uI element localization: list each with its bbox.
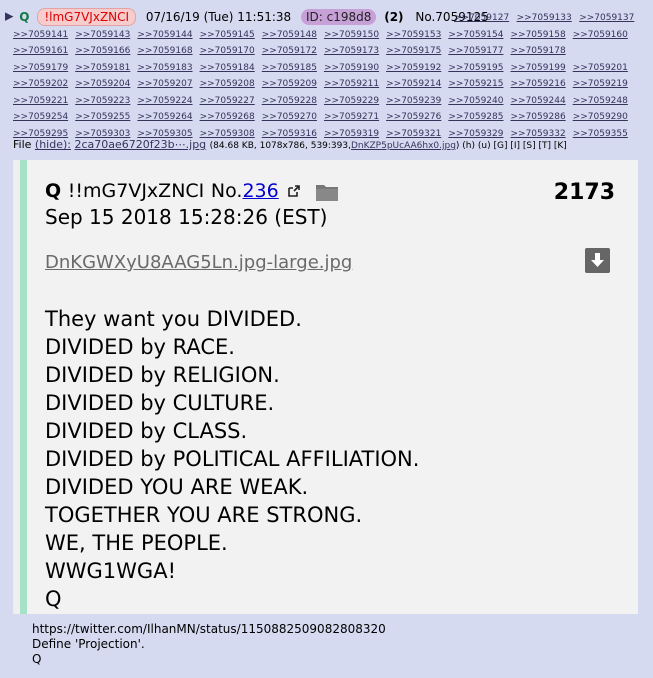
backlink[interactable]: >>7059158 <box>511 27 573 44</box>
backlink[interactable]: >>7059148 <box>262 27 324 44</box>
backlink[interactable]: >>7059355 <box>573 126 635 143</box>
backlink[interactable]: >>7059211 <box>324 76 386 93</box>
post-image[interactable]: Q !!mG7VJxZNCI No.236 2173 Sep 15 2018 1… <box>13 160 638 614</box>
backlink[interactable]: >>7059178 <box>511 43 573 60</box>
backlink[interactable]: >>7059207 <box>137 76 199 93</box>
backlink[interactable]: >>7059201 <box>573 60 635 77</box>
backlink[interactable]: >>7059219 <box>573 76 635 93</box>
backlink-row: >>7059221 >>7059223 >>7059224 >>7059227 >>70… <box>13 93 643 110</box>
file-original-name-link[interactable]: DnKZP5pUcAA6hx0.jpg <box>351 141 456 151</box>
post-message: https://twitter.com/IlhanMN/status/11508… <box>32 622 386 667</box>
backlink[interactable]: >>7059154 <box>448 27 510 44</box>
backlink-row: >>7059127 >>7059133 >>7059137 <box>13 10 643 27</box>
backlink[interactable]: >>7059190 <box>324 60 386 77</box>
image-message-text: They want you DIVIDED. DIVIDED by RACE. … <box>45 307 420 611</box>
backlink[interactable]: >>7059145 <box>200 27 262 44</box>
backlink[interactable]: >>7059168 <box>137 43 199 60</box>
backlink[interactable]: >>7059153 <box>386 27 448 44</box>
external-link-icon <box>288 185 301 197</box>
post: ▶ Q !lmG7VJxZNCI 07/16/19 (Tue) 11:51:38… <box>0 0 653 678</box>
backlink[interactable]: >>7059208 <box>200 76 262 93</box>
backlink[interactable]: >>7059127 <box>454 10 517 27</box>
reply-backlinks: >>7059127 >>7059133 >>7059137 >>7059141 >>7… <box>13 10 643 142</box>
backlink[interactable]: >>7059228 <box>262 93 324 110</box>
image-tripcode: !!mG7VJxZNCI <box>67 180 205 202</box>
backlink[interactable]: >>7059223 <box>75 93 137 110</box>
backlink[interactable]: >>7059239 <box>386 93 448 110</box>
backlink[interactable]: >>7059268 <box>200 109 262 126</box>
backlink[interactable]: >>7059141 <box>13 27 75 44</box>
image-poster-name: Q <box>45 180 62 202</box>
backlink[interactable]: >>7059286 <box>511 109 573 126</box>
backlink[interactable]: >>7059172 <box>262 43 324 60</box>
backlink[interactable]: >>7059255 <box>75 109 137 126</box>
folder-icon <box>316 185 338 201</box>
backlink[interactable]: >>7059137 <box>579 10 642 27</box>
backlink[interactable]: >>7059276 <box>386 109 448 126</box>
backlink[interactable]: >>7059133 <box>517 10 580 27</box>
file-info: File (hide): 2ca70ae6720f23b⋯.jpg (84.68… <box>13 138 567 151</box>
backlink[interactable]: >>7059271 <box>324 109 386 126</box>
image-post-count: 2173 <box>553 180 615 205</box>
file-hide-link[interactable]: (hide): <box>35 138 71 151</box>
file-details: (84.68 KB, 1078x786, 539:393, <box>209 141 351 151</box>
backlink[interactable]: >>7059160 <box>573 27 635 44</box>
accent-bar <box>20 160 27 614</box>
backlink[interactable]: >>7059227 <box>200 93 262 110</box>
backlink[interactable]: >>7059221 <box>13 93 75 110</box>
backlink[interactable]: >>7059270 <box>262 109 324 126</box>
backlink[interactable]: >>7059195 <box>448 60 510 77</box>
backlink-row: >>7059179 >>7059181 >>7059183 >>7059184 >>70… <box>13 60 643 77</box>
backlink-row: >>7059254 >>7059255 >>7059264 >>7059268 >>70… <box>13 109 643 126</box>
backlink[interactable]: >>7059254 <box>13 109 75 126</box>
backlink[interactable]: >>7059209 <box>262 76 324 93</box>
message-line-2: Define 'Projection'. <box>32 637 145 651</box>
image-post-number-label: No. <box>210 180 243 202</box>
backlink[interactable]: >>7059240 <box>448 93 510 110</box>
backlink[interactable]: >>7059244 <box>511 93 573 110</box>
message-line-3: Q <box>32 652 42 666</box>
backlink[interactable]: >>7059173 <box>324 43 386 60</box>
message-line-url[interactable]: https://twitter.com/IlhanMN/status/11508… <box>32 622 386 637</box>
backlink[interactable]: >>7059192 <box>386 60 448 77</box>
backlink[interactable]: >>7059144 <box>137 27 199 44</box>
backlink-row: >>7059161 >>7059166 >>7059168 >>7059170 >>70… <box>13 43 643 60</box>
image-post-header: Q !!mG7VJxZNCI No.236 <box>45 180 301 202</box>
backlink[interactable]: >>7059224 <box>137 93 199 110</box>
backlink[interactable]: >>7059177 <box>448 43 510 60</box>
file-tools[interactable]: ) (h) (u) [G] [I] [S] [T] [K] <box>456 141 567 151</box>
backlink[interactable]: >>7059216 <box>511 76 573 93</box>
backlink[interactable]: >>7059161 <box>13 43 75 60</box>
backlink[interactable]: >>7059179 <box>13 60 75 77</box>
backlink[interactable]: >>7059166 <box>75 43 137 60</box>
backlink[interactable]: >>7059215 <box>448 76 510 93</box>
backlink[interactable]: >>7059290 <box>573 109 635 126</box>
backlink[interactable]: >>7059214 <box>386 76 448 93</box>
backlink[interactable]: >>7059181 <box>75 60 137 77</box>
backlink[interactable]: >>7059175 <box>386 43 448 60</box>
backlink-row: >>7059202 >>7059204 >>7059207 >>7059208 >>70… <box>13 76 643 93</box>
image-file-link: DnKGWXyU8AAG5Ln.jpg-large.jpg <box>45 252 353 273</box>
backlink[interactable]: >>7059150 <box>324 27 386 44</box>
backlink[interactable]: >>7059264 <box>137 109 199 126</box>
image-post-date: Sep 15 2018 15:28:26 (EST) <box>45 205 328 229</box>
backlink[interactable]: >>7059202 <box>13 76 75 93</box>
image-post-number-link: 236 <box>242 180 279 202</box>
backlink[interactable]: >>7059229 <box>324 93 386 110</box>
backlink[interactable]: >>7059143 <box>75 27 137 44</box>
backlink[interactable]: >>7059170 <box>200 43 262 60</box>
file-name-link[interactable]: 2ca70ae6720f23b⋯.jpg <box>75 138 207 151</box>
download-icon <box>585 248 610 273</box>
backlink[interactable]: >>7059204 <box>75 76 137 93</box>
backlink[interactable]: >>7059248 <box>573 93 635 110</box>
file-prefix: File <box>13 138 32 151</box>
backlink-row: >>7059141 >>7059143 >>7059144 >>7059145 >>70… <box>13 27 643 44</box>
backlink[interactable]: >>7059185 <box>262 60 324 77</box>
image-post-number: No.236 <box>211 180 279 202</box>
backlink[interactable]: >>7059184 <box>200 60 262 77</box>
backlink[interactable]: >>7059199 <box>511 60 573 77</box>
backlink[interactable]: >>7059183 <box>137 60 199 77</box>
backlink[interactable]: >>7059285 <box>448 109 510 126</box>
